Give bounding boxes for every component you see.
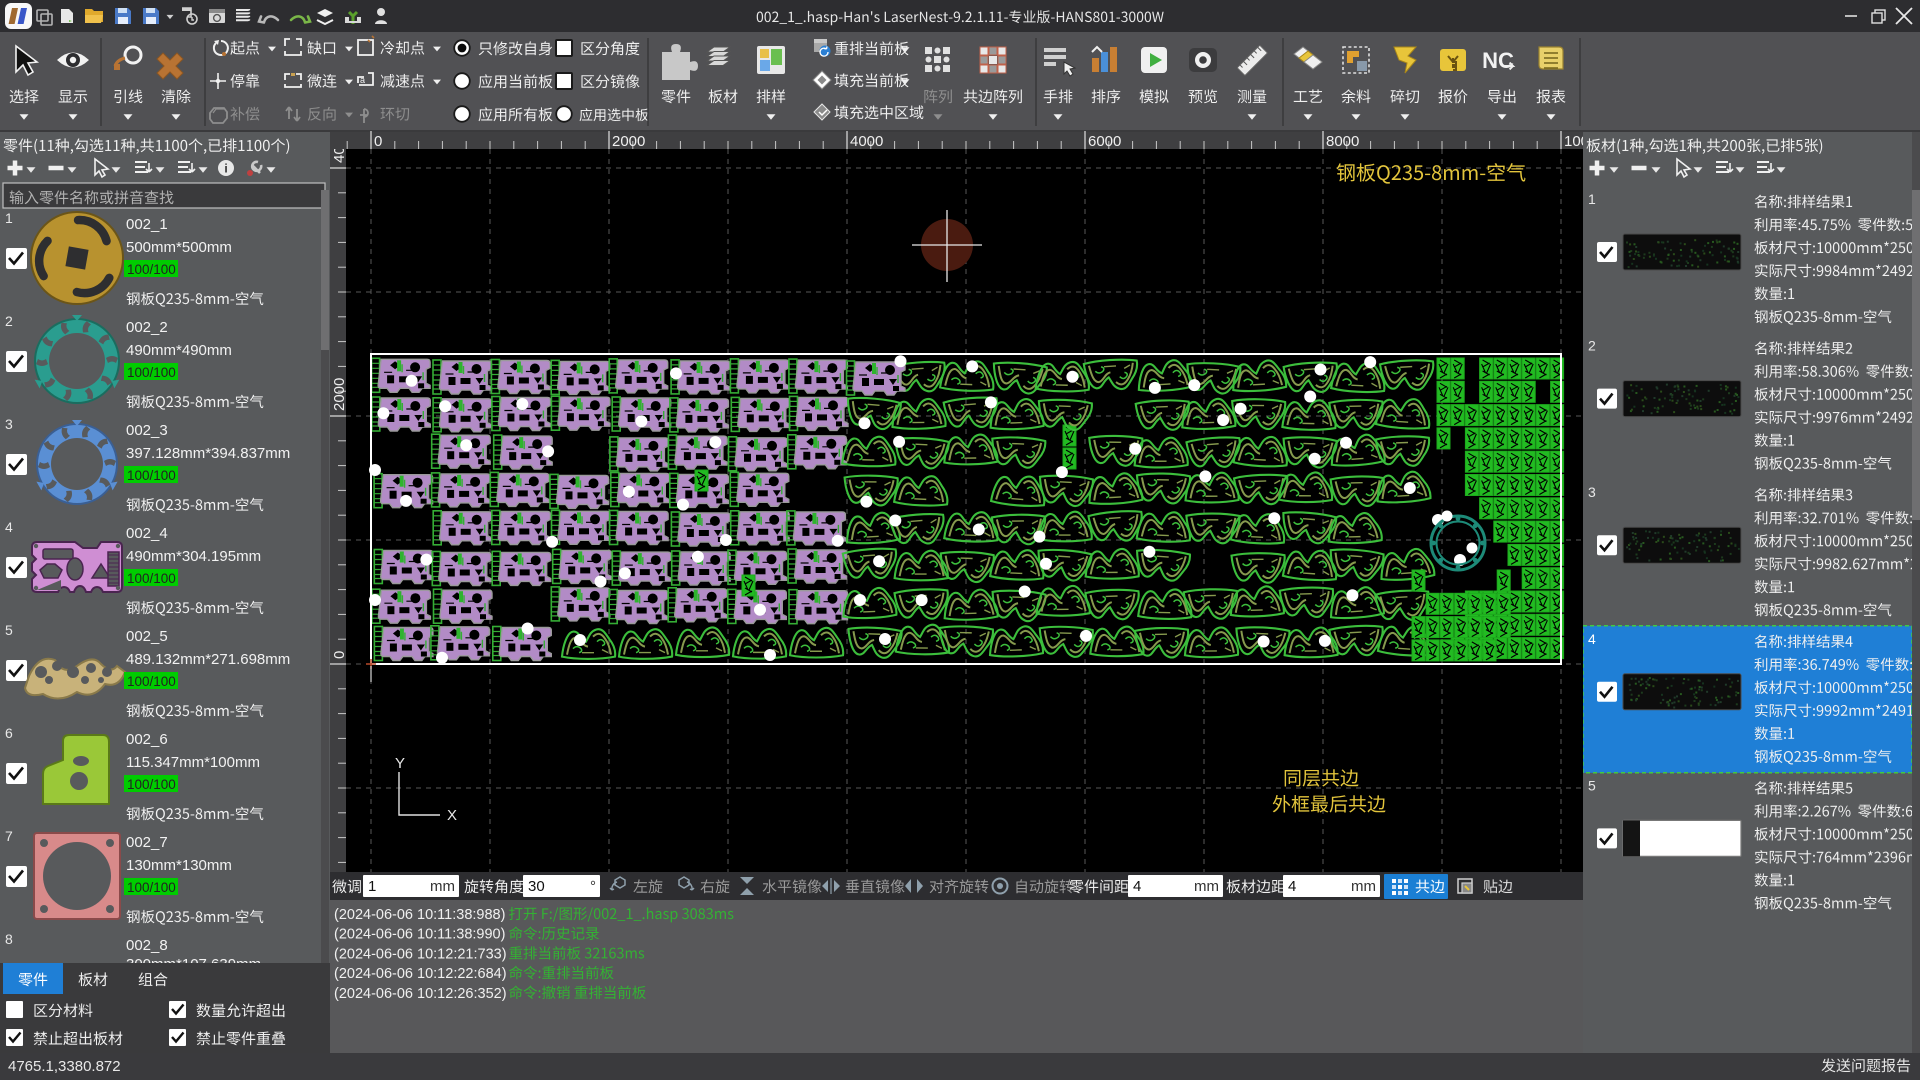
svg-text:100/100: 100/100 — [127, 674, 176, 689]
svg-text:X: X — [447, 807, 457, 824]
svg-text:3: 3 — [5, 416, 13, 432]
svg-text:(2024-06-06 10:11:38:988): (2024-06-06 10:11:38:988) — [334, 907, 505, 923]
svg-text:°: ° — [590, 878, 596, 895]
svg-text:2: 2 — [5, 313, 13, 329]
svg-text:5: 5 — [1588, 777, 1596, 793]
svg-text:0: 0 — [331, 651, 348, 659]
svg-text:6000: 6000 — [1088, 133, 1121, 150]
svg-text:8: 8 — [5, 931, 13, 947]
svg-text:2000: 2000 — [612, 133, 645, 150]
svg-text:002_7: 002_7 — [126, 834, 168, 851]
svg-text:002_6: 002_6 — [126, 731, 168, 748]
svg-text:5: 5 — [5, 622, 13, 638]
svg-text:4765.1,3380.872: 4765.1,3380.872 — [8, 1058, 121, 1075]
svg-text:1: 1 — [1588, 191, 1596, 207]
svg-text:1: 1 — [368, 878, 376, 895]
svg-text:Y: Y — [395, 755, 405, 772]
svg-text:4: 4 — [5, 519, 13, 535]
svg-text:100/100: 100/100 — [127, 571, 176, 586]
svg-text:490mm*490mm: 490mm*490mm — [126, 342, 232, 359]
svg-text:(2024-06-06 10:12:26:352): (2024-06-06 10:12:26:352) — [334, 986, 507, 1002]
svg-text:002_5: 002_5 — [126, 628, 168, 645]
svg-text:002_8: 002_8 — [126, 937, 168, 954]
svg-text:(2024-06-06 10:11:38:990): (2024-06-06 10:11:38:990) — [334, 927, 505, 943]
svg-text:100/100: 100/100 — [127, 468, 176, 483]
svg-text:3: 3 — [1588, 484, 1596, 500]
svg-text:489.132mm*271.698mm: 489.132mm*271.698mm — [126, 651, 290, 668]
svg-text:4: 4 — [1133, 878, 1141, 895]
svg-text:6: 6 — [5, 725, 13, 741]
svg-text:4000: 4000 — [850, 133, 883, 150]
svg-text:(2024-06-06 10:12:21:733): (2024-06-06 10:12:21:733) — [334, 946, 507, 962]
svg-text:2000: 2000 — [331, 378, 348, 411]
svg-text:4: 4 — [1288, 878, 1296, 895]
svg-text:130mm*130mm: 130mm*130mm — [126, 857, 232, 874]
svg-text:8000: 8000 — [1326, 133, 1359, 150]
svg-text:4: 4 — [1588, 631, 1596, 647]
svg-text:30: 30 — [528, 878, 545, 895]
svg-text:mm: mm — [1194, 878, 1219, 895]
svg-text:0: 0 — [374, 133, 382, 150]
svg-text:002_3: 002_3 — [126, 422, 168, 439]
svg-text:7: 7 — [5, 828, 13, 844]
svg-text:490mm*304.195mm: 490mm*304.195mm — [126, 548, 261, 565]
svg-text:a: a — [360, 75, 365, 85]
svg-text:002_2: 002_2 — [126, 319, 168, 336]
svg-text:mm: mm — [430, 878, 455, 895]
svg-text:002_1: 002_1 — [126, 216, 168, 233]
svg-text:100/100: 100/100 — [127, 365, 176, 380]
svg-text:(2024-06-06 10:12:22:684): (2024-06-06 10:12:22:684) — [334, 966, 507, 982]
svg-text:100/100: 100/100 — [127, 777, 176, 792]
svg-text:002_4: 002_4 — [126, 525, 168, 542]
svg-text:mm: mm — [1351, 878, 1376, 895]
svg-text:397.128mm*394.837mm: 397.128mm*394.837mm — [126, 445, 290, 462]
svg-text:115.347mm*100mm: 115.347mm*100mm — [126, 754, 260, 771]
svg-text:i: i — [224, 162, 227, 176]
svg-text:100/100: 100/100 — [127, 262, 176, 277]
svg-text:NC: NC — [1482, 48, 1514, 73]
svg-text:2: 2 — [1588, 338, 1596, 354]
svg-text:1: 1 — [5, 210, 13, 226]
svg-text:500mm*500mm: 500mm*500mm — [126, 239, 232, 256]
svg-text:100/100: 100/100 — [127, 880, 176, 895]
